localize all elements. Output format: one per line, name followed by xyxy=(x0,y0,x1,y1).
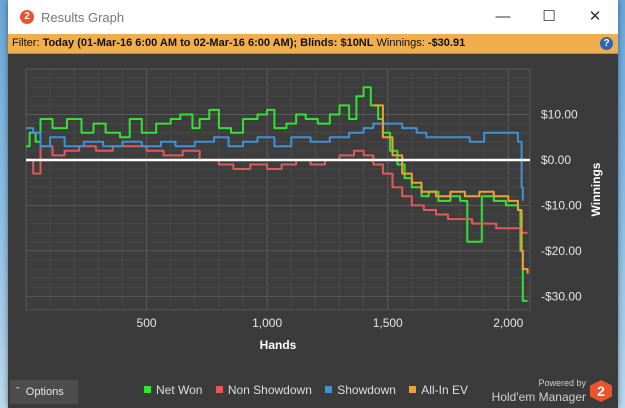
filter-winnings-value: -$30.91 xyxy=(427,37,466,49)
filter-blinds: Blinds: $10NL xyxy=(300,37,374,49)
powered-by-label: Powered by xyxy=(538,378,586,388)
product-name: Hold'em Manager xyxy=(491,390,586,404)
results-chart: $10.00 $0.00 -$10.00 -$20.00 -$30.00 500 1,000… xyxy=(8,54,618,377)
filter-date: Today (01-Mar-16 6:00 AM to 02-Mar-16 6:… xyxy=(42,37,298,49)
results-graph-window: 2 Results Graph — ☐ ✕ Filter: Today (01-… xyxy=(8,0,618,408)
close-button[interactable]: ✕ xyxy=(572,0,618,34)
x-tick-label: 1,000 xyxy=(252,316,282,330)
options-button[interactable]: ˆ Options xyxy=(10,380,78,404)
help-icon[interactable]: ? xyxy=(600,37,613,50)
maximize-button[interactable]: ☐ xyxy=(526,0,572,34)
legend-showdown[interactable]: Showdown xyxy=(325,383,396,397)
results-line-chart: $10.00 $0.00 -$10.00 -$20.00 -$30.00 500 1,000… xyxy=(25,68,603,352)
bottom-bar: ˆ Options Net Won Non Showdown Showdown … xyxy=(8,377,618,408)
x-axis-label: Hands xyxy=(260,338,297,352)
y-tick-label: -$10.00 xyxy=(541,198,582,212)
window-title: Results Graph xyxy=(41,10,125,25)
y-tick-label: $10.00 xyxy=(541,107,578,121)
chevron-up-icon: ˆ xyxy=(16,386,20,398)
y-tick-label: $0.00 xyxy=(541,153,571,167)
title-bar[interactable]: 2 Results Graph — ☐ ✕ xyxy=(8,0,618,34)
minimize-button[interactable]: — xyxy=(480,0,526,34)
options-label: Options xyxy=(25,386,64,398)
powered-by: Powered by Hold'em Manager xyxy=(492,377,586,405)
filter-prefix: Filter: xyxy=(12,37,43,49)
x-tick-label: 1,500 xyxy=(373,316,403,330)
y-tick-label: -$20.00 xyxy=(541,244,582,258)
filter-bar: Filter: Today (01-Mar-16 6:00 AM to 02-M… xyxy=(8,34,618,54)
chart-legend: Net Won Non Showdown Showdown All-In EV xyxy=(144,383,478,397)
legend-net-won[interactable]: Net Won xyxy=(144,383,202,397)
legend-non-showdown[interactable]: Non Showdown xyxy=(215,383,312,397)
x-tick-label: 500 xyxy=(137,316,157,330)
legend-all-in-ev[interactable]: All-In EV xyxy=(409,383,468,397)
filter-winnings-label: Winnings: xyxy=(376,37,425,49)
y-tick-label: -$30.00 xyxy=(541,289,582,303)
hem-logo-icon: 2 xyxy=(590,380,612,402)
y-axis-label: Winnings xyxy=(589,162,603,216)
x-tick-label: 2,000 xyxy=(493,316,523,330)
hem-app-icon: 2 xyxy=(20,10,34,24)
